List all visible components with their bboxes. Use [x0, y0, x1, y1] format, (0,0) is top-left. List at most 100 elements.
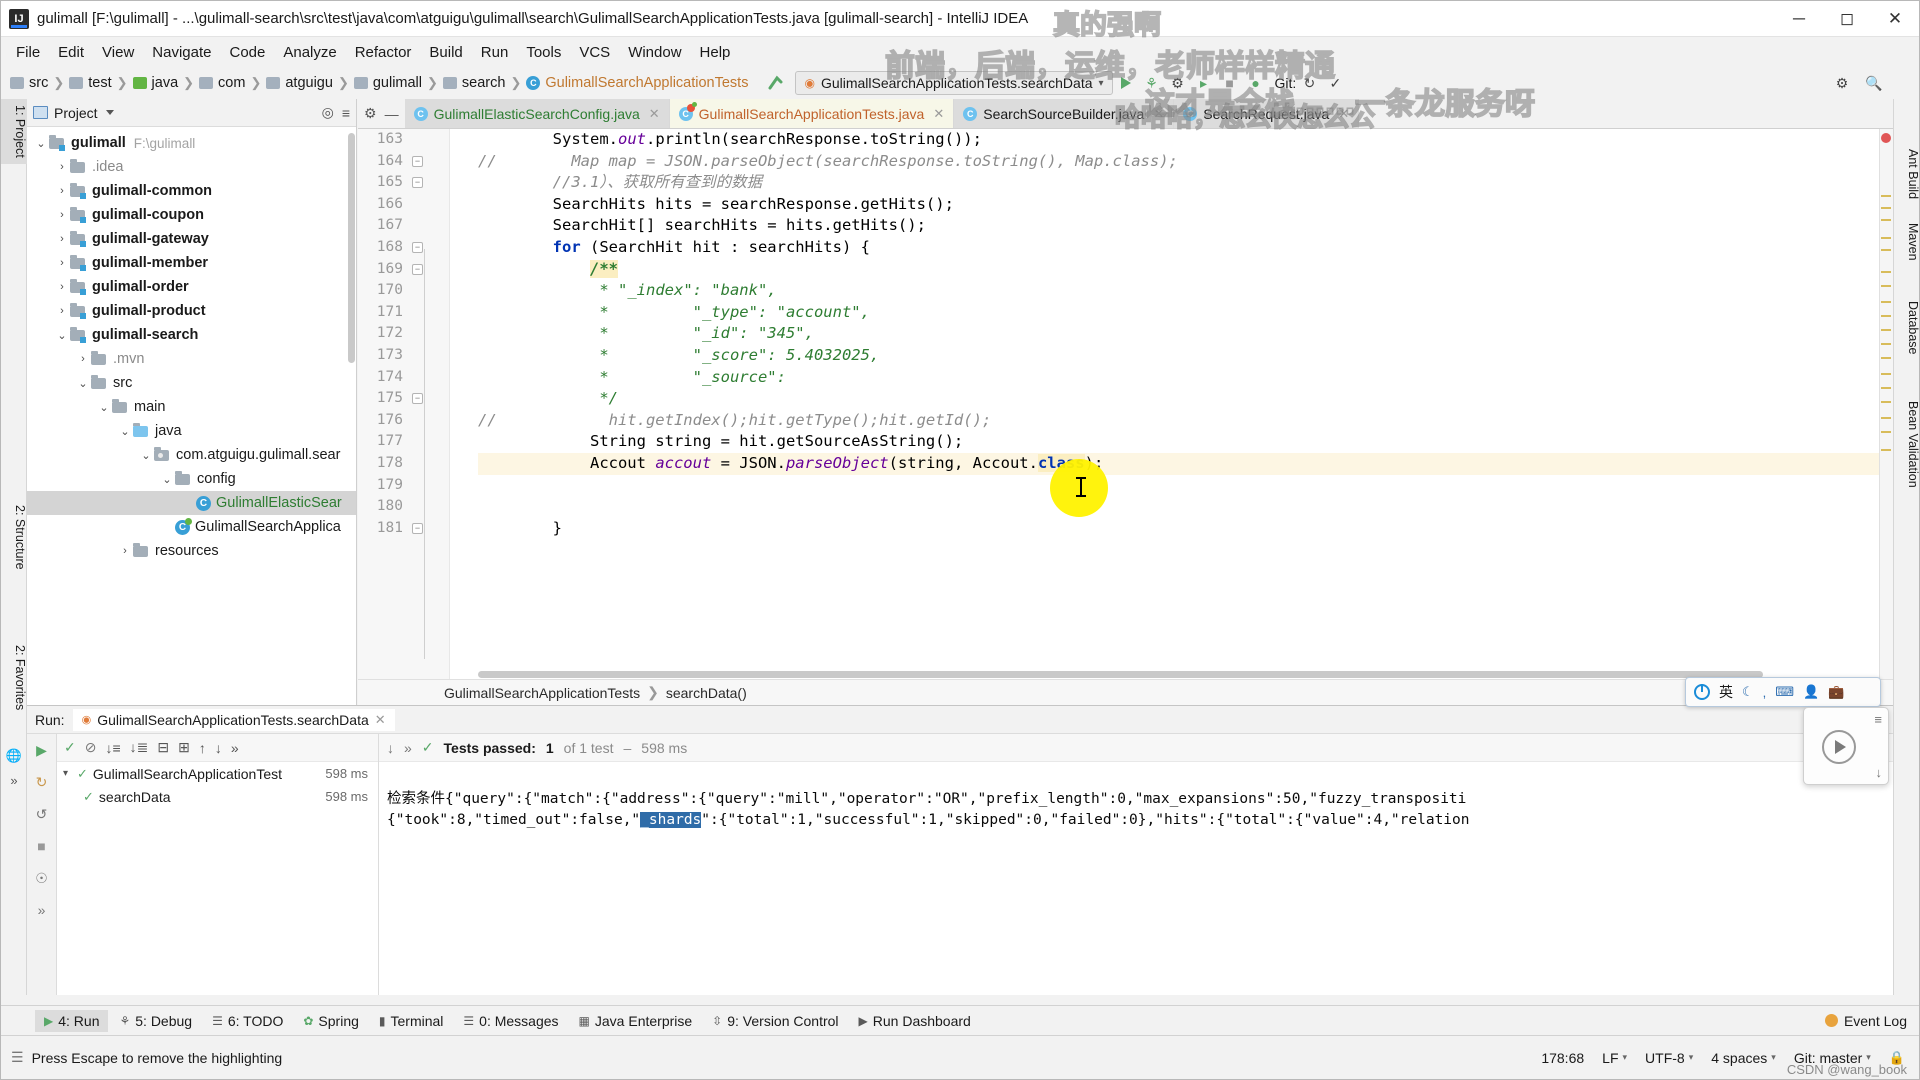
- menu-vcs[interactable]: VCS: [570, 41, 619, 64]
- download-icon[interactable]: ↓: [1876, 765, 1883, 780]
- fold-toggle-icon[interactable]: −: [412, 263, 423, 275]
- breadcrumb-java[interactable]: java: [130, 74, 182, 92]
- sidebar-item-favorites[interactable]: 2: Favorites: [1, 639, 27, 716]
- breadcrumb-test[interactable]: test: [66, 74, 114, 92]
- tab-debug[interactable]: ⚘ 5: Debug: [110, 1010, 201, 1032]
- run-configuration-selector[interactable]: ◉ GulimallSearchApplicationTests.searchD…: [795, 71, 1113, 95]
- user-icon[interactable]: 👤: [1803, 684, 1819, 700]
- tab-gulimall-search-application-tests[interactable]: C GulimallSearchApplicationTests.java ✕: [669, 99, 955, 128]
- sidebar-item-database[interactable]: Database: [1894, 295, 1920, 361]
- code-line[interactable]: * "_score": 5.4032025,: [478, 345, 1893, 367]
- chevron-right-icon[interactable]: ›: [54, 233, 70, 245]
- minimize-button[interactable]: ─: [1775, 1, 1823, 37]
- rerun-icon[interactable]: ▶: [31, 740, 53, 760]
- close-icon[interactable]: ✕: [1153, 106, 1164, 122]
- code-line[interactable]: for (SearchHit hit : searchHits) {: [478, 237, 1893, 259]
- code-line[interactable]: * "_type": "account",: [478, 302, 1893, 324]
- scroll-to-end-icon[interactable]: ↓: [387, 740, 394, 756]
- tree-node[interactable]: › gulimall-member: [27, 251, 356, 275]
- menu-help[interactable]: Help: [691, 41, 740, 64]
- chevron-right-icon[interactable]: ›: [75, 353, 91, 365]
- chevron-down-icon[interactable]: ⌄: [54, 329, 70, 342]
- tab-run-dashboard[interactable]: ▶ Run Dashboard: [850, 1010, 980, 1032]
- chevron-down-icon[interactable]: ▾: [63, 768, 77, 779]
- collapse-icon[interactable]: ≡: [1874, 712, 1882, 727]
- breadcrumb-method-label[interactable]: searchData(): [666, 685, 747, 701]
- run-with-coverage-icon[interactable]: ⚙: [1165, 71, 1191, 95]
- comma-icon[interactable]: ,: [1763, 685, 1767, 700]
- code-line[interactable]: // Map map = JSON.parseObject(searchResp…: [478, 151, 1893, 173]
- show-passed-icon[interactable]: ✓: [64, 739, 76, 756]
- tree-node[interactable]: C GulimallSearchApplica: [27, 515, 356, 539]
- breadcrumb-src[interactable]: src: [7, 74, 51, 92]
- prev-test-icon[interactable]: ↑: [199, 740, 206, 756]
- chevron-down-icon[interactable]: ⌄: [117, 425, 133, 438]
- code-line[interactable]: [478, 475, 1893, 497]
- line-separator-selector[interactable]: LF ▾: [1602, 1050, 1627, 1066]
- tree-node[interactable]: › .mvn: [27, 347, 356, 371]
- close-icon[interactable]: ✕: [933, 106, 944, 122]
- chevron-right-icon[interactable]: ›: [54, 281, 70, 293]
- toolbox-icon[interactable]: 💼: [1828, 684, 1844, 700]
- maximize-button[interactable]: ◻: [1823, 1, 1871, 37]
- chevron-down-icon[interactable]: ⌄: [33, 137, 49, 150]
- sort-alphabetically-icon[interactable]: ↓≡: [105, 740, 120, 756]
- collapse-all-icon[interactable]: ⊞: [178, 739, 190, 756]
- event-log-button[interactable]: Event Log: [1824, 1013, 1907, 1029]
- code-line[interactable]: /**: [478, 259, 1893, 281]
- sidebar-item-maven[interactable]: Maven: [1894, 217, 1920, 267]
- chevron-down-icon[interactable]: ⌄: [96, 401, 112, 414]
- console-text[interactable]: 检索条件{"query":{"match":{"address":{"query…: [379, 762, 1893, 995]
- line-number-gutter[interactable]: 163 164−165−166 167 168−169−170 171 172 173 174…: [358, 129, 450, 679]
- fold-toggle-icon[interactable]: −: [412, 177, 423, 189]
- settings-icon[interactable]: ⚙: [1829, 71, 1855, 95]
- code-line[interactable]: * "_id": "345",: [478, 323, 1893, 345]
- profile-icon[interactable]: ▸: [1191, 71, 1217, 95]
- test-row[interactable]: ▾ ✓ GulimallSearchApplicationTest 598 ms: [57, 762, 378, 785]
- code-line[interactable]: * "_index": "bank",: [478, 280, 1893, 302]
- menu-navigate[interactable]: Navigate: [143, 41, 220, 64]
- fold-toggle-icon[interactable]: −: [412, 393, 423, 405]
- settings-icon[interactable]: ⚙: [364, 105, 377, 122]
- chevron-down-icon[interactable]: ⌄: [159, 473, 175, 486]
- tab-search-request[interactable]: C SearchRequest.java ✕: [1174, 99, 1360, 128]
- code-line[interactable]: [478, 496, 1893, 518]
- tree-node[interactable]: ⌄ config: [27, 467, 356, 491]
- stop-icon[interactable]: ■: [31, 836, 53, 856]
- test-row[interactable]: ✓ searchData 598 ms: [57, 785, 378, 808]
- tree-node[interactable]: › .idea: [27, 155, 356, 179]
- tree-node[interactable]: C GulimallElasticSear: [27, 491, 356, 515]
- code-line[interactable]: Accout accout = JSON.parseObject(string,…: [478, 452, 1893, 475]
- chevron-down-icon[interactable]: [105, 110, 114, 115]
- ime-language-bar[interactable]: 英 ☾ , ⌨ 👤 💼: [1685, 677, 1881, 707]
- breadcrumb-class[interactable]: C GulimallSearchApplicationTests: [523, 74, 751, 92]
- tab-version-control[interactable]: ⇳ 9: Version Control: [703, 1010, 847, 1032]
- tree-node[interactable]: ⌄ src: [27, 371, 356, 395]
- sidebar-item-structure[interactable]: 2: Structure: [1, 499, 27, 576]
- menu-edit[interactable]: Edit: [49, 41, 93, 64]
- debug-icon[interactable]: ⚘: [1139, 71, 1165, 95]
- breadcrumb-com[interactable]: com: [196, 74, 248, 92]
- next-test-icon[interactable]: ↓: [215, 740, 222, 756]
- breadcrumb-atguigu[interactable]: atguigu: [263, 74, 336, 92]
- tree-node[interactable]: ⌄ java: [27, 419, 356, 443]
- rerun-auto-icon[interactable]: ↺: [31, 804, 53, 824]
- close-icon[interactable]: ✕: [649, 106, 660, 122]
- menu-view[interactable]: View: [93, 41, 143, 64]
- console-output[interactable]: ↓ » ✓ Tests passed: 1 of 1 test – 598 ms…: [379, 734, 1893, 995]
- chevron-right-icon[interactable]: ›: [54, 305, 70, 317]
- sidebar-item-ant-build[interactable]: Ant Build: [1894, 143, 1920, 205]
- play-button[interactable]: [1822, 730, 1856, 764]
- code-text[interactable]: System.out.println(searchResponse.toStri…: [450, 129, 1893, 679]
- menu-refactor[interactable]: Refactor: [346, 41, 421, 64]
- keyboard-icon[interactable]: ⌨: [1775, 684, 1794, 700]
- tab-terminal[interactable]: ▮ Terminal: [370, 1010, 453, 1032]
- menu-analyze[interactable]: Analyze: [274, 41, 345, 64]
- code-editor[interactable]: 163 164−165−166 167 168−169−170 171 172 173 174…: [358, 129, 1893, 679]
- code-line[interactable]: SearchHits hits = searchResponse.getHits…: [478, 194, 1893, 216]
- menu-tools[interactable]: Tools: [517, 41, 570, 64]
- menu-code[interactable]: Code: [220, 41, 274, 64]
- tab-search-source-builder[interactable]: C SearchSourceBuilder.java ✕: [954, 99, 1175, 128]
- project-tree[interactable]: ⌄ gulimall F:\gulimall › .idea › gulimall-comm…: [27, 127, 356, 705]
- tab-messages[interactable]: ☰ 0: Messages: [454, 1010, 567, 1032]
